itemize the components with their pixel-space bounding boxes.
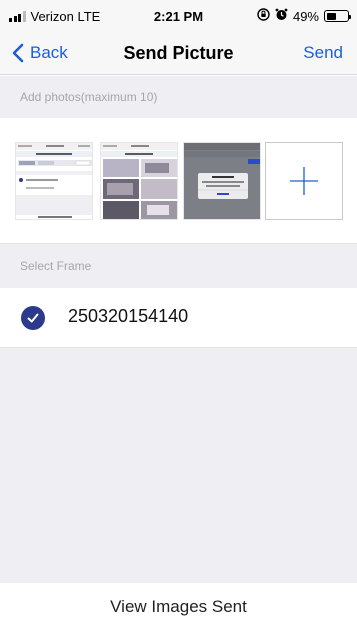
chevron-left-icon — [12, 43, 24, 63]
send-button[interactable]: Send — [303, 43, 343, 63]
navigation-bar: Back Send Picture Send — [0, 33, 357, 75]
status-bar: Verizon LTE 2:21 PM 49% — [0, 0, 357, 33]
frame-option[interactable]: 250320154140 — [0, 288, 357, 348]
frame-label: 250320154140 — [68, 306, 189, 326]
photos-row — [0, 118, 357, 244]
alarm-icon — [275, 8, 288, 24]
select-frame-header: Select Frame — [0, 244, 357, 288]
battery-icon — [324, 10, 351, 22]
footer: View Images Sent — [0, 583, 357, 631]
add-photo-button[interactable] — [265, 142, 343, 220]
photo-thumbnail[interactable] — [183, 142, 261, 220]
battery-percent: 49% — [292, 8, 319, 24]
plus-icon — [290, 167, 318, 195]
back-button[interactable]: Back — [12, 43, 68, 63]
battery-cap — [349, 14, 351, 19]
add-photos-header: Add photos(maximum 10) — [0, 76, 357, 118]
empty-area — [0, 348, 357, 583]
back-label: Back — [30, 43, 68, 62]
photo-thumbnail[interactable] — [15, 142, 93, 220]
checkmark-icon — [21, 306, 45, 330]
status-right: 49% — [257, 8, 351, 24]
orientation-lock-icon — [257, 8, 270, 24]
photo-thumbnail[interactable] — [100, 142, 178, 220]
battery-fill — [326, 12, 337, 20]
view-images-sent-button[interactable]: View Images Sent — [110, 597, 247, 617]
